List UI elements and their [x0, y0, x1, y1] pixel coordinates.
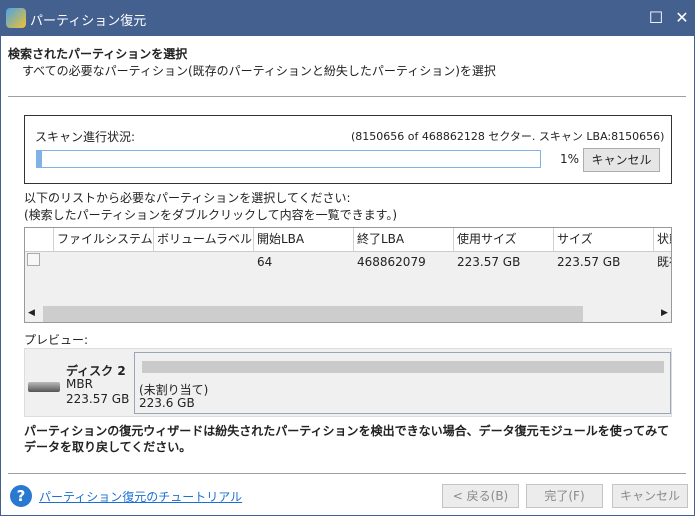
tutorial-link[interactable]: パーティション復元のチュートリアル — [39, 488, 242, 505]
maximize-icon[interactable]: ☐ — [642, 6, 670, 30]
disk-preview[interactable]: ディスク 2 MBR 223.57 GB (未割り当て) 223.6 GB — [24, 348, 672, 417]
column-header-start-lba[interactable]: 開始LBA — [254, 228, 354, 251]
scan-label: スキャン進行状況: — [35, 130, 136, 144]
close-icon[interactable]: ✕ — [668, 6, 695, 30]
scroll-left-icon[interactable]: ◀ — [28, 308, 35, 318]
column-header-checkbox[interactable] — [25, 228, 54, 251]
partition-usage-bar — [142, 361, 664, 373]
column-header-size[interactable]: サイズ — [554, 228, 654, 251]
scan-detail: (8150656 of 468862128 セクター. スキャン LBA:815… — [351, 130, 665, 143]
column-header-end-lba[interactable]: 終了LBA — [354, 228, 454, 251]
cell-used-size: 223.57 GB — [457, 255, 521, 269]
progress-fill — [37, 151, 43, 167]
page-title: 検索されたパーティションを選択 — [8, 47, 188, 61]
list-instruction-hint: (検索したパーティションをダブルクリックして内容を一覧できます。) — [24, 208, 398, 222]
scan-progress-panel: スキャン進行状況: (8150656 of 468862128 セクター. スキ… — [24, 115, 672, 184]
back-button[interactable]: < 戻る(B) — [442, 484, 519, 508]
preview-label: プレビュー: — [24, 333, 89, 347]
scan-progress-bar — [36, 150, 541, 168]
app-logo-icon — [6, 8, 26, 28]
column-header-used-size[interactable]: 使用サイズ — [454, 228, 554, 251]
cell-volume-label — [154, 252, 254, 272]
warning-text: パーティションの復元ウィザードは紛失されたパーティションを検出できない場合、デー… — [24, 424, 670, 454]
partition-table: ファイルシステムボリュームラベル開始LBA終了LBA使用サイズサイズ状態 64 46… — [24, 227, 672, 323]
column-header-file-system[interactable]: ファイルシステム — [54, 228, 154, 251]
cell-end-lba: 468862079 — [357, 255, 426, 269]
column-header-volume-label[interactable]: ボリュームラベル — [154, 228, 254, 251]
page-subtitle: すべての必要なパーティション(既存のパーティションと紛失したパーティション)を選… — [22, 64, 496, 78]
scan-percent: 1% — [560, 152, 580, 166]
row-checkbox[interactable] — [27, 253, 40, 266]
disk-icon — [28, 382, 60, 392]
divider — [8, 473, 686, 474]
window-title: パーティション復元 — [30, 14, 147, 29]
disk-type: MBR — [66, 377, 93, 391]
divider — [8, 96, 686, 97]
cell-status: 既存 — [657, 255, 671, 269]
scan-cancel-button[interactable]: キャンセル — [583, 148, 660, 172]
disk-size: 223.57 GB — [66, 392, 130, 406]
scrollbar-thumb[interactable] — [43, 306, 583, 322]
help-icon[interactable]: ? — [10, 485, 32, 507]
cell-start-lba: 64 — [257, 255, 273, 269]
horizontal-scrollbar[interactable]: ◀ ▶ — [25, 306, 671, 322]
cell-size: 223.57 GB — [557, 255, 621, 269]
cancel-button[interactable]: キャンセル — [612, 484, 688, 508]
cell-file-system — [54, 252, 154, 272]
partition-block-unallocated[interactable]: (未割り当て) 223.6 GB — [134, 352, 671, 414]
column-header-status[interactable]: 状態 — [654, 228, 671, 251]
finish-button[interactable]: 完了(F) — [526, 484, 603, 508]
scroll-right-icon[interactable]: ▶ — [661, 308, 668, 318]
list-instruction: 以下のリストから必要なパーティションを選択してください: — [24, 191, 351, 205]
title-bar: パーティション復元 ☐ ✕ — [0, 0, 695, 36]
partition-size: 223.6 GB — [139, 396, 195, 410]
